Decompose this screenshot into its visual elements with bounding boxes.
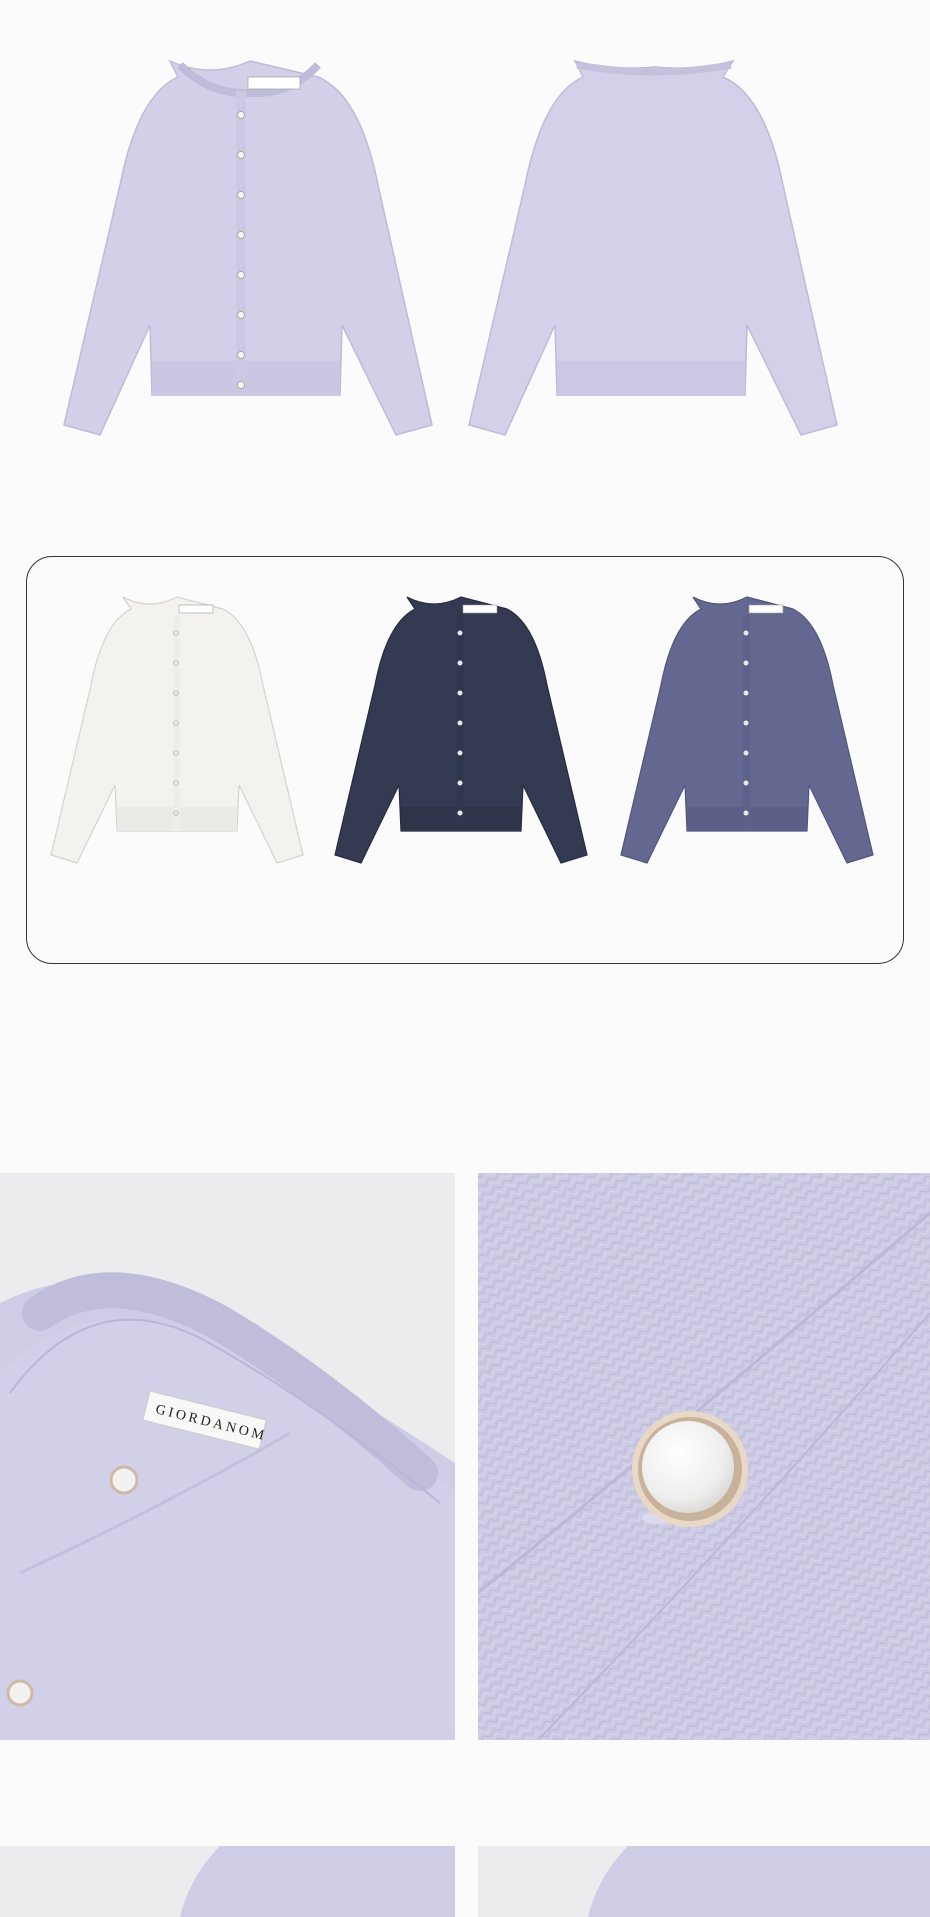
cardigan-back-image (465, 55, 845, 445)
color-variants-panel (26, 556, 904, 964)
neckline-detail-photo: GIORDANOM (0, 1173, 455, 1740)
hem-detail-photo (478, 1846, 930, 1917)
sleeve-detail-photo (0, 1846, 455, 1917)
variant-slate-cardigan[interactable] (615, 593, 879, 873)
button-closeup-photo (478, 1173, 930, 1740)
variant-white-cardigan[interactable] (45, 593, 309, 873)
cardigan-front-image (60, 55, 440, 445)
variant-navy-cardigan[interactable] (329, 593, 593, 873)
